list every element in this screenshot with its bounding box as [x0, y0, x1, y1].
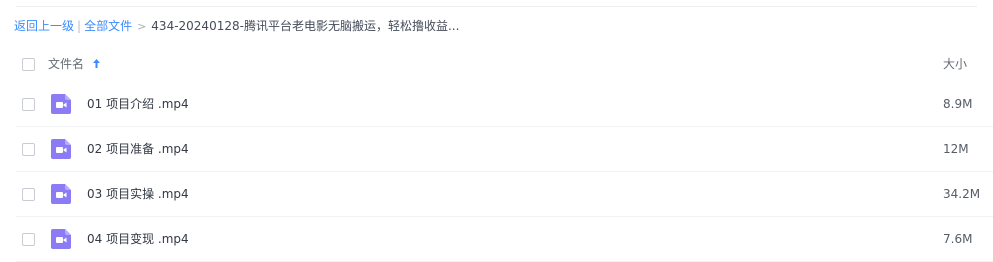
video-file-icon	[51, 139, 71, 159]
file-row[interactable]: 03 项目实操 .mp4 34.2M	[0, 172, 993, 217]
name-column-label: 文件名	[48, 57, 85, 71]
file-checkbox[interactable]	[22, 188, 35, 201]
breadcrumb-separator: |	[77, 19, 82, 33]
file-size: 34.2M	[943, 187, 981, 201]
file-size: 12M	[943, 142, 969, 156]
select-all-checkbox[interactable]	[22, 58, 35, 71]
file-name[interactable]: 02 项目准备 .mp4	[87, 140, 189, 158]
top-divider	[16, 6, 977, 7]
video-file-icon	[51, 229, 71, 249]
file-name[interactable]: 01 项目介绍 .mp4	[87, 95, 189, 113]
file-size: 7.6M	[943, 232, 973, 246]
all-files-link[interactable]: 全部文件	[84, 19, 132, 33]
video-file-icon	[51, 184, 71, 204]
table-header: 文件名 大小	[0, 48, 993, 80]
current-folder-title: 434-20240128-腾讯平台老电影无脑搬运，轻松撸收益...	[151, 19, 460, 33]
video-file-icon	[51, 94, 71, 114]
sort-ascending-icon	[92, 59, 100, 68]
back-link[interactable]: 返回上一级	[14, 19, 74, 33]
file-checkbox[interactable]	[22, 143, 35, 156]
file-row[interactable]: 04 项目变现 .mp4 7.6M	[0, 217, 993, 262]
file-name[interactable]: 04 项目变现 .mp4	[87, 230, 189, 248]
breadcrumb: 返回上一级 | 全部文件 >434-20240128-腾讯平台老电影无脑搬运，轻松撸收…	[14, 17, 459, 36]
file-name[interactable]: 03 项目实操 .mp4	[87, 185, 189, 203]
file-row[interactable]: 02 项目准备 .mp4 12M	[0, 127, 993, 172]
file-checkbox[interactable]	[22, 233, 35, 246]
file-checkbox[interactable]	[22, 98, 35, 111]
file-size: 8.9M	[943, 97, 973, 111]
file-row[interactable]: 01 项目介绍 .mp4 8.9M	[0, 82, 993, 127]
breadcrumb-arrow: >	[137, 20, 147, 33]
size-column-header[interactable]: 大小	[943, 55, 967, 73]
name-column-header[interactable]: 文件名	[48, 55, 101, 73]
